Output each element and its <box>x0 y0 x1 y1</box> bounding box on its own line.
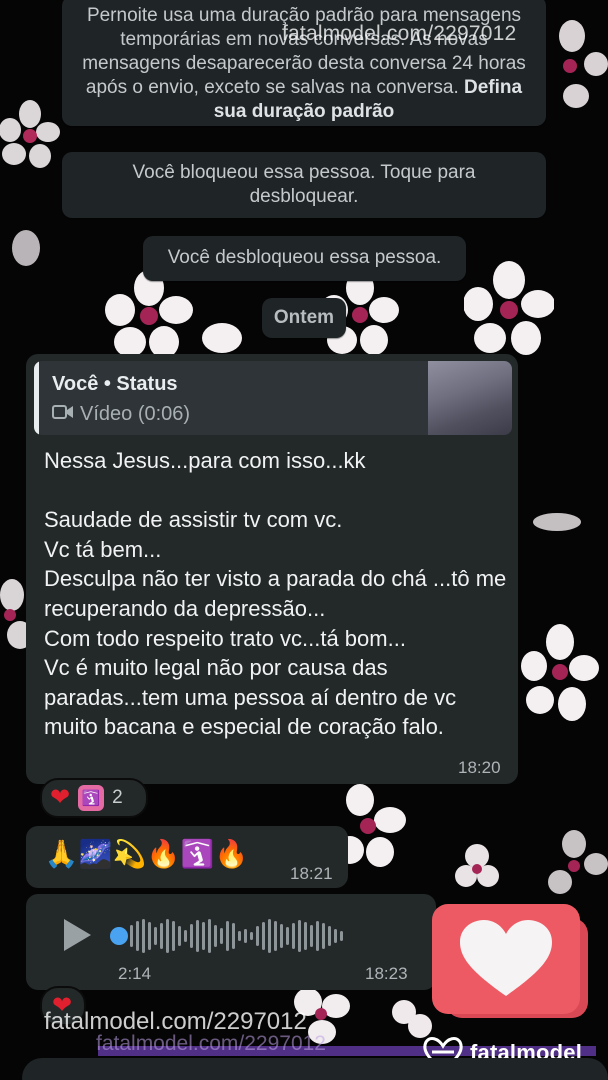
heart-icon <box>460 920 552 1014</box>
unblocked-notice-text: Você desbloqueou essa pessoa. <box>167 247 442 268</box>
waveform-bar <box>166 919 169 953</box>
play-icon[interactable] <box>60 916 94 959</box>
waveform-bar <box>196 920 199 952</box>
waveform-bar <box>172 921 175 951</box>
blossom-decoration <box>0 100 60 170</box>
folded-hands-emoji: 🙏 <box>44 838 79 869</box>
waveform-bar <box>136 921 139 951</box>
status-thumbnail <box>428 361 512 435</box>
unblocked-notice: Você desbloqueou essa pessoa. <box>143 236 466 281</box>
blossom-decoration <box>8 228 44 268</box>
temporary-messages-text: Pernoite usa uma duração padrão para men… <box>82 5 526 98</box>
waveform-bar <box>280 924 283 948</box>
watermark-top: fatalmodel.com/2297012 <box>282 22 517 45</box>
waveform-bar <box>130 925 133 947</box>
waveform-bar <box>202 922 205 950</box>
quote-accent-bar <box>34 361 39 435</box>
waveform-bar <box>148 922 151 950</box>
watermark-bottom-echo: fatalmodel.com/2297012 <box>96 1032 326 1055</box>
quote-author: Você • Status <box>52 373 178 395</box>
waveform-bar <box>286 927 289 945</box>
audio-message-time: 18:23 <box>365 964 408 983</box>
emoji-message-time: 18:21 <box>290 864 333 883</box>
blossom-decoration <box>104 270 194 360</box>
message-reactions[interactable]: ❤ 🛐 2 <box>40 778 148 818</box>
waveform-bar <box>220 928 223 944</box>
heart-icon: ❤ <box>50 784 71 811</box>
waveform-bar <box>340 931 343 941</box>
place-of-worship-icon: 🛐 <box>78 785 105 811</box>
waveform-bar <box>190 924 193 948</box>
waveform-bar <box>244 929 247 943</box>
waveform-bar <box>238 931 241 941</box>
waveform-bar <box>250 932 253 940</box>
waveform-bar <box>160 923 163 949</box>
message-time: 18:20 <box>458 758 501 777</box>
message-input-bar[interactable] <box>22 1058 608 1080</box>
waveform-bar <box>184 930 187 942</box>
waveform-bar <box>142 919 145 953</box>
waveform-bar <box>304 922 307 950</box>
waveform-bar <box>178 926 181 946</box>
emoji-row: 🙏 🌌 💫 🔥 🛐 🔥 <box>44 838 249 869</box>
temporary-messages-notice[interactable]: Pernoite usa uma duração padrão para men… <box>62 0 546 126</box>
waveform-bar <box>328 926 331 946</box>
waveform-bar <box>292 923 295 949</box>
date-divider-label: Ontem <box>273 307 335 328</box>
fire-emoji: 🔥 <box>146 838 181 869</box>
place-of-worship-emoji: 🛐 <box>180 838 215 869</box>
blossom-decoration <box>532 510 582 534</box>
reaction-count: 2 <box>112 787 123 808</box>
blocked-notice[interactable]: Você bloqueou essa pessoa. Toque para de… <box>62 152 546 218</box>
blocked-notice-text: Você bloqueou essa pessoa. Toque para de… <box>132 162 476 207</box>
waveform-bar <box>154 927 157 945</box>
waveform-bar <box>262 922 265 950</box>
blossom-decoration <box>200 318 244 358</box>
waveform-bar <box>208 919 211 953</box>
waveform-bar <box>310 925 313 947</box>
waveform-bar <box>256 926 259 946</box>
waveform-bar <box>214 925 217 947</box>
status-quote[interactable]: Você • Status Vídeo (0:06) <box>34 361 512 435</box>
quote-media-label: Vídeo (0:06) <box>80 403 191 425</box>
waveform-bar <box>226 921 229 951</box>
blossom-decoration <box>540 830 608 900</box>
audio-progress-dot[interactable] <box>110 927 128 945</box>
milky-way-emoji: 🌌 <box>78 838 113 869</box>
blossom-decoration <box>520 620 600 730</box>
fire-emoji: 🔥 <box>214 838 249 869</box>
dizzy-emoji: 💫 <box>112 838 147 869</box>
waveform-bar <box>298 920 301 952</box>
quote-media-type: Vídeo (0:06) <box>52 403 190 426</box>
message-text: Nessa Jesus...para com isso...kk Saudade… <box>44 448 507 740</box>
waveform-bar <box>316 921 319 951</box>
waveform-bar <box>274 921 277 951</box>
fatalmodel-badge <box>432 904 580 1014</box>
blossom-decoration <box>536 20 608 110</box>
waveform-bar <box>334 929 337 943</box>
audio-duration: 2:14 <box>118 964 152 983</box>
date-divider: Ontem <box>262 298 346 338</box>
video-icon <box>52 403 74 426</box>
waveform-bar <box>268 919 271 953</box>
audio-waveform[interactable] <box>130 918 343 954</box>
blossom-decoration <box>452 842 502 892</box>
waveform-bar <box>232 923 235 949</box>
waveform-bar <box>322 923 325 949</box>
blossom-decoration <box>464 260 554 360</box>
